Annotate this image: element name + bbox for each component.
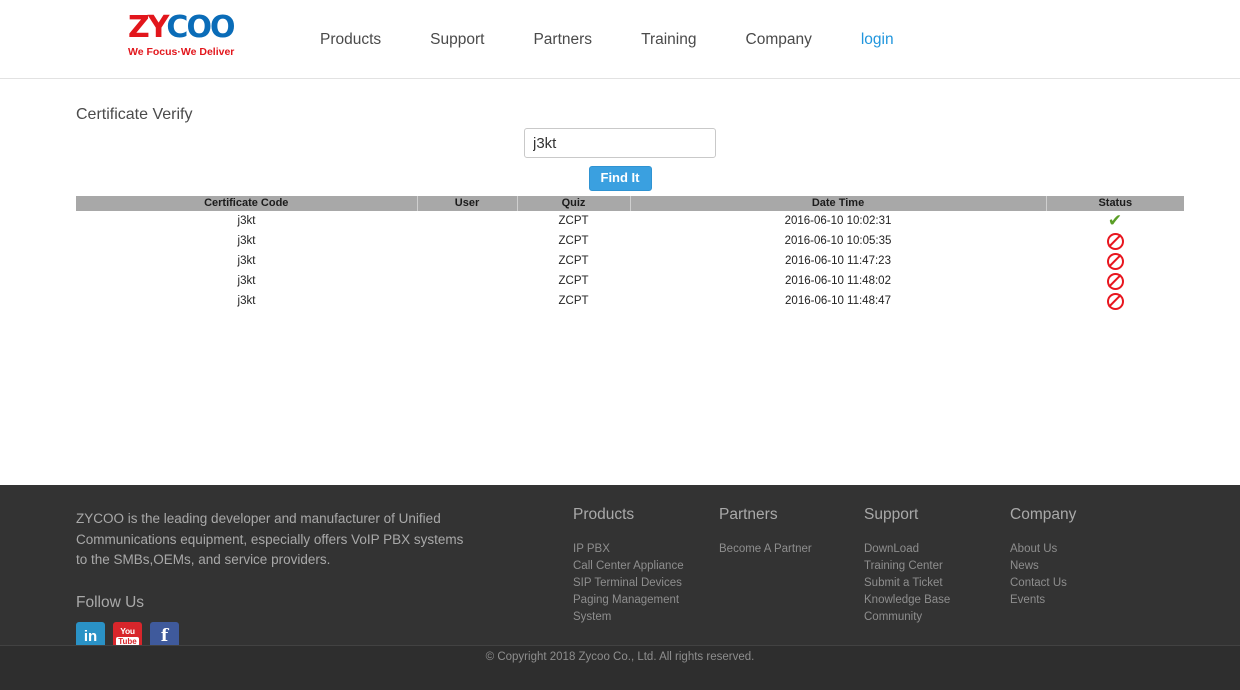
cell-date-time: 2016-06-10 11:47:23 — [785, 255, 891, 267]
footer-column-title-company: Company — [1010, 506, 1077, 523]
main-navigation: Products Support Partners Training Compa… — [320, 0, 894, 79]
cell-quiz: ZCPT — [558, 255, 589, 267]
cell-date-time: 2016-06-10 10:05:35 — [784, 235, 892, 247]
cell-status: ✔ — [1046, 211, 1184, 231]
cell-user — [417, 231, 517, 251]
cell-date-time: 2016-06-10 11:48:47 — [785, 295, 891, 307]
table-header-row: Certificate Code User Quiz Date Time Sta… — [76, 196, 1184, 211]
copyright-bar: © Copyright 2018 Zycoo Co., Ltd. All rig… — [0, 645, 1240, 690]
find-it-button[interactable]: Find It — [588, 166, 652, 191]
site-logo[interactable]: ZYCOO We Focus·We Deliver — [128, 13, 248, 65]
youtube-icon-top-label: You — [120, 625, 135, 636]
cell-user — [417, 291, 517, 311]
logo-text-coo: COO — [166, 10, 235, 45]
footer-link-call-center-appliance[interactable]: Call Center Appliance — [573, 558, 713, 575]
table-header: Certificate Code User Quiz Date Time Sta… — [76, 196, 1184, 211]
cell-status — [1046, 271, 1184, 291]
nav-item-partners[interactable]: Partners — [533, 31, 592, 49]
nav-item-login[interactable]: login — [861, 31, 894, 49]
footer-link-contact-us[interactable]: Contact Us — [1010, 575, 1150, 592]
footer-link-knowledge-base[interactable]: Knowledge Base — [864, 592, 1004, 609]
certificate-search-area: Find It — [0, 128, 1240, 191]
footer-about-text: ZYCOO is the leading developer and manuf… — [76, 511, 464, 567]
footer-column-support: Support DownLoad Training Center Submit … — [864, 506, 1004, 626]
footer-link-submit-a-ticket[interactable]: Submit a Ticket — [864, 575, 1004, 592]
footer-link-community[interactable]: Community — [864, 609, 1004, 626]
footer-link-events[interactable]: Events — [1010, 592, 1150, 609]
cell-status — [1046, 231, 1184, 251]
cell-certificate-code: j3kt — [237, 215, 256, 227]
footer-column-partners: Partners Become A Partner — [719, 506, 859, 558]
table-row: j3kt ZCPT 2016-06-10 11:48:47 — [76, 291, 1184, 311]
table-body: j3kt ZCPT 2016-06-10 10:02:31 ✔ j3kt ZCP… — [76, 211, 1184, 311]
nav-item-support[interactable]: Support — [430, 31, 484, 49]
table-row: j3kt ZCPT 2016-06-10 10:05:35 — [76, 231, 1184, 251]
footer-about-block: ZYCOO is the leading developer and manuf… — [76, 509, 476, 651]
page-title: Certificate Verify — [76, 106, 193, 123]
prohibited-icon — [1106, 292, 1124, 310]
footer-column-title-products: Products — [573, 506, 635, 523]
cell-quiz: ZCPT — [558, 215, 589, 227]
footer-link-download[interactable]: DownLoad — [864, 541, 1004, 558]
cell-date-time: 2016-06-10 11:48:02 — [785, 275, 891, 287]
footer-link-about-us[interactable]: About Us — [1010, 541, 1150, 558]
cell-user — [417, 211, 517, 231]
column-header-user: User — [416, 196, 518, 211]
cell-date-time: 2016-06-10 10:02:31 — [784, 215, 892, 227]
table-row: j3kt ZCPT 2016-06-10 10:02:31 ✔ — [76, 211, 1184, 231]
cell-certificate-code: j3kt — [237, 235, 256, 247]
certificate-code-input[interactable] — [524, 128, 716, 158]
footer-inner: ZYCOO is the leading developer and manuf… — [0, 485, 1240, 651]
cell-quiz: ZCPT — [558, 295, 589, 307]
column-header-certificate-code: Certificate Code — [76, 196, 418, 211]
footer-link-training-center[interactable]: Training Center — [864, 558, 1004, 575]
footer-column-company: Company About Us News Contact Us Events — [1010, 506, 1150, 609]
column-header-quiz: Quiz — [516, 196, 631, 211]
page-root: ZYCOO We Focus·We Deliver Products Suppo… — [0, 0, 1240, 690]
cell-quiz: ZCPT — [558, 275, 589, 287]
footer-link-ip-pbx[interactable]: IP PBX — [573, 541, 713, 558]
table-row: j3kt ZCPT 2016-06-10 11:48:02 — [76, 271, 1184, 291]
site-header: ZYCOO We Focus·We Deliver Products Suppo… — [0, 0, 1240, 79]
column-header-status: Status — [1045, 196, 1184, 211]
cell-user — [417, 271, 517, 291]
certificate-results-table: Certificate Code User Quiz Date Time Sta… — [76, 196, 1184, 311]
footer-link-sip-terminal-devices[interactable]: SIP Terminal Devices — [573, 575, 713, 592]
prohibited-icon — [1106, 252, 1124, 270]
footer-column-title-support: Support — [864, 506, 919, 523]
logo-text-zy: ZY — [128, 10, 168, 45]
main-content: Certificate Verify Find It Certificate C… — [0, 79, 1240, 485]
logo-wordmark: ZYCOO — [128, 13, 248, 43]
cell-quiz: ZCPT — [558, 235, 589, 247]
check-icon: ✔ — [1107, 210, 1123, 231]
footer-column-title-partners: Partners — [719, 506, 778, 523]
cell-status — [1046, 251, 1184, 271]
cell-certificate-code: j3kt — [237, 255, 256, 267]
cell-user — [417, 251, 517, 271]
nav-item-training[interactable]: Training — [641, 31, 696, 49]
footer-link-news[interactable]: News — [1010, 558, 1150, 575]
follow-us-title: Follow Us — [76, 593, 145, 611]
footer-column-products: Products IP PBX Call Center Appliance SI… — [573, 506, 713, 626]
nav-item-products[interactable]: Products — [320, 31, 381, 49]
column-header-date-time: Date Time — [629, 196, 1047, 211]
footer-link-become-a-partner[interactable]: Become A Partner — [719, 541, 859, 558]
cell-certificate-code: j3kt — [237, 295, 256, 307]
footer-link-paging-management-system[interactable]: Paging Management System — [573, 592, 713, 626]
cell-certificate-code: j3kt — [237, 275, 256, 287]
logo-tagline: We Focus·We Deliver — [128, 46, 235, 58]
nav-item-company[interactable]: Company — [746, 31, 812, 49]
prohibited-icon — [1106, 232, 1124, 250]
prohibited-icon — [1106, 272, 1124, 290]
table-row: j3kt ZCPT 2016-06-10 11:47:23 — [76, 251, 1184, 271]
site-footer: ZYCOO is the leading developer and manuf… — [0, 485, 1240, 651]
cell-status — [1046, 291, 1184, 311]
